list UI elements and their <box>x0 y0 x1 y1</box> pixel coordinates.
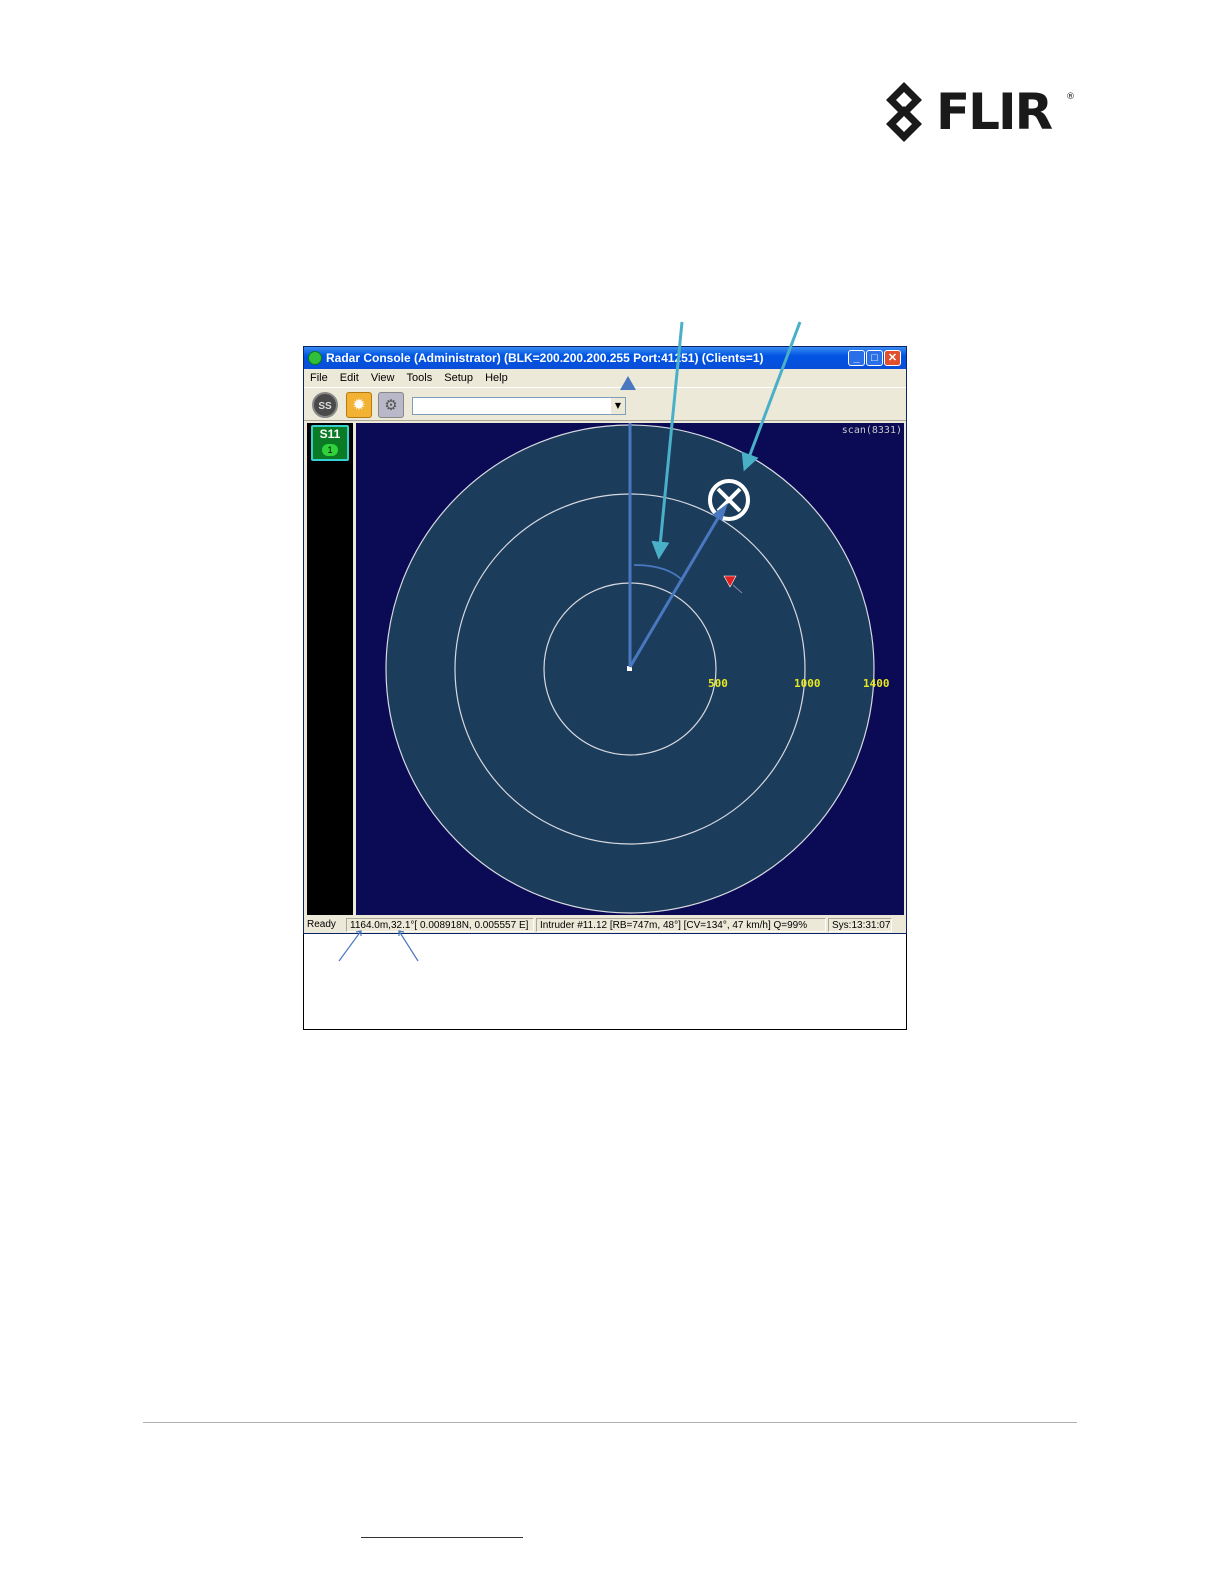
sun-icon: ✹ <box>352 395 366 414</box>
radar-display[interactable]: 500 1000 1400 scan(8331) <box>356 423 904 915</box>
close-button[interactable]: ✕ <box>884 350 901 366</box>
flir-logo: FLIR ® <box>884 80 1075 144</box>
range-label-1000: 1000 <box>794 677 821 690</box>
footer-short-rule <box>361 1537 523 1538</box>
range-label-1400: 1400 <box>863 677 890 690</box>
toolbar-combo[interactable]: ▼ <box>412 397 626 415</box>
status-range-bearing: 1164.0m,32.1° <box>350 920 415 931</box>
menu-file[interactable]: File <box>310 369 328 387</box>
radar-scope: 500 1000 1400 scan(8331) <box>385 423 902 914</box>
range-label-500: 500 <box>708 677 728 690</box>
toolbar: SS ✹ ⚙ ▼ <box>304 387 906 421</box>
menu-help[interactable]: Help <box>485 369 508 387</box>
status-bar: Ready 1164.0m,32.1°[ 0.008918N, 0.005557… <box>304 917 906 933</box>
menu-edit[interactable]: Edit <box>340 369 359 387</box>
flir-diamond-icon <box>886 82 922 142</box>
logo-text: FLIR <box>936 83 1053 141</box>
app-icon <box>308 351 322 365</box>
logo-registered-mark: ® <box>1066 92 1075 102</box>
title-bar[interactable]: Radar Console (Administrator) (BLK=200.2… <box>304 347 906 369</box>
status-intruder: Intruder #11.12 [RB=747m, 48°] [CV=134°,… <box>536 918 826 932</box>
ss-icon: SS <box>318 401 332 412</box>
gear-icon: ⚙ <box>384 396 398 414</box>
sensor-count-badge: 1 <box>322 444 338 456</box>
menu-tools[interactable]: Tools <box>407 369 433 387</box>
footer-rule <box>143 1422 1077 1423</box>
menu-bar: File Edit View Tools Setup Help <box>304 369 906 387</box>
sensor-panel: S11 1 <box>307 423 353 915</box>
status-ready: Ready <box>307 919 336 930</box>
scan-label: scan(8331) <box>842 425 902 436</box>
status-coords: [ 0.008918N, 0.005557 E] <box>414 920 529 931</box>
status-sys-time: Sys:13:31:07 <box>828 918 892 932</box>
status-position: 1164.0m,32.1°[ 0.008918N, 0.005557 E] <box>346 918 534 932</box>
minimize-button[interactable]: _ <box>848 350 865 366</box>
menu-setup[interactable]: Setup <box>444 369 473 387</box>
sun-button[interactable]: ✹ <box>346 392 372 418</box>
radar-console-window: Radar Console (Administrator) (BLK=200.2… <box>303 346 907 934</box>
maximize-button[interactable]: □ <box>866 350 883 366</box>
ss-button[interactable]: SS <box>312 392 338 418</box>
gear-button[interactable]: ⚙ <box>378 392 404 418</box>
sensor-label: S11 <box>319 427 341 441</box>
menu-view[interactable]: View <box>371 369 395 387</box>
sensor-button[interactable]: S11 1 <box>311 425 349 461</box>
chevron-down-icon[interactable]: ▼ <box>611 398 625 414</box>
window-title: Radar Console (Administrator) (BLK=200.2… <box>326 351 764 365</box>
